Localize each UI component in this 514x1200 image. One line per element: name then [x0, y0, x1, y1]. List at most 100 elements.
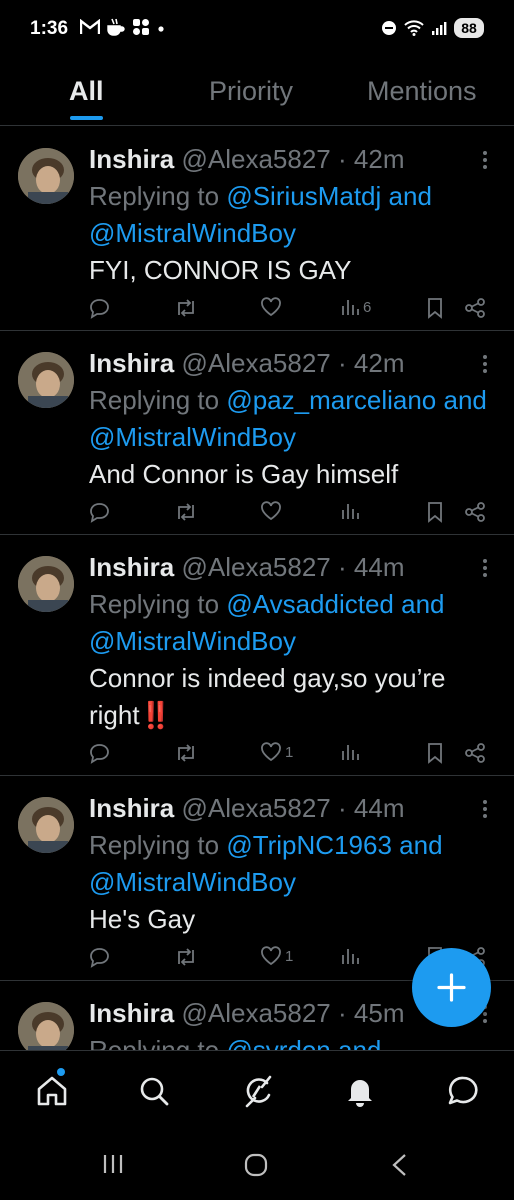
display-name[interactable]: Inshira — [89, 144, 174, 174]
nav-home[interactable] — [34, 1073, 70, 1109]
more-options-icon[interactable] — [480, 557, 490, 579]
views-icon — [342, 504, 359, 519]
replying-to-label: Replying to — [89, 589, 220, 619]
like-button[interactable]: 1 — [260, 946, 293, 966]
user-handle[interactable]: @Alexa5827 — [181, 793, 330, 823]
tweet-actions: 6 — [88, 297, 492, 325]
reply-button[interactable] — [88, 297, 110, 319]
like-count: 1 — [285, 947, 294, 965]
tweet[interactable]: Inshira @Alexa5827 · 44m Replying to @Av… — [0, 535, 514, 776]
reply-button[interactable] — [88, 946, 110, 968]
views-icon — [342, 300, 359, 315]
search-icon — [140, 1077, 169, 1106]
tab-mentions[interactable]: Mentions — [367, 76, 477, 107]
mention-link[interactable]: @syrdon — [226, 1035, 330, 1050]
display-name[interactable]: Inshira — [89, 348, 174, 378]
display-name[interactable]: Inshira — [89, 552, 174, 582]
views-button[interactable] — [340, 501, 363, 521]
avatar[interactable] — [18, 797, 74, 853]
tab-priority[interactable]: Priority — [209, 76, 293, 107]
notifications-feed[interactable]: Inshira @Alexa5827 · 42m Replying to @Si… — [0, 127, 514, 1050]
do-not-disturb-icon — [382, 21, 396, 35]
mention-link[interactable]: @Avsaddicted — [226, 589, 394, 619]
bookmark-icon — [428, 502, 442, 523]
notification-tabs: All Priority Mentions — [0, 60, 514, 126]
mention-link[interactable]: @MistralWindBoy — [89, 867, 296, 897]
gmail-icon — [80, 19, 100, 34]
like-button[interactable]: 1 — [260, 742, 293, 762]
user-handle[interactable]: @Alexa5827 — [181, 144, 330, 174]
reply-icon — [90, 744, 109, 764]
status-bar: 1:36 88 — [0, 0, 514, 60]
tweet-actions: 1 — [88, 742, 492, 770]
bookmark-button[interactable] — [426, 501, 444, 523]
mention-link[interactable]: @SiriusMatdj — [226, 181, 381, 211]
repost-button[interactable] — [174, 946, 198, 968]
avatar[interactable] — [18, 352, 74, 408]
user-handle[interactable]: @Alexa5827 — [181, 998, 330, 1028]
mention-link[interactable]: @MistralWindBoy — [89, 626, 296, 656]
views-button[interactable] — [340, 946, 363, 966]
nav-grok[interactable] — [240, 1073, 276, 1109]
wifi-icon — [404, 20, 424, 36]
user-handle[interactable]: @Alexa5827 — [181, 552, 330, 582]
more-options-icon[interactable] — [480, 353, 490, 375]
compose-button[interactable] — [412, 948, 491, 1027]
mention-link[interactable]: @MistralWindBoy — [89, 422, 296, 452]
home-circle-icon[interactable] — [243, 1152, 269, 1178]
timestamp: 45m — [353, 998, 405, 1028]
timestamp: 42m — [353, 144, 405, 174]
repost-button[interactable] — [174, 501, 198, 523]
tweet-text: FYI, CONNOR IS GAY — [89, 255, 352, 285]
mention-link[interactable]: @TripNC1963 — [226, 830, 392, 860]
share-icon — [465, 298, 485, 318]
repost-icon — [178, 744, 194, 762]
nav-search[interactable] — [136, 1073, 172, 1109]
tab-all[interactable]: All — [69, 76, 104, 107]
mention-conjunction: and — [337, 1035, 382, 1050]
more-options-icon[interactable] — [480, 798, 490, 820]
reply-icon — [90, 299, 109, 319]
like-button[interactable] — [260, 501, 285, 521]
reply-button[interactable] — [88, 742, 110, 764]
share-button[interactable] — [464, 297, 486, 319]
bookmark-icon — [428, 298, 442, 319]
display-name[interactable]: Inshira — [89, 998, 174, 1028]
avatar[interactable] — [18, 1002, 74, 1050]
tweet[interactable]: Inshira @Alexa5827 · 42m Replying to @Si… — [0, 127, 514, 331]
timestamp: 44m — [353, 552, 405, 582]
heart-icon — [261, 297, 281, 317]
bookmark-button[interactable] — [426, 742, 444, 764]
messages-icon — [448, 1076, 478, 1105]
double-exclamation-emoji: ‼️ — [139, 700, 172, 730]
repost-button[interactable] — [174, 742, 198, 764]
nav-messages[interactable] — [445, 1073, 481, 1109]
tweet-text: And Connor is Gay himself — [89, 459, 399, 489]
views-button[interactable] — [340, 742, 363, 762]
avatar[interactable] — [18, 148, 74, 204]
status-time: 1:36 — [30, 18, 69, 39]
views-button[interactable]: 6 — [340, 297, 371, 317]
coffee-icon — [107, 18, 125, 36]
mention-conjunction: and — [443, 385, 487, 415]
view-count: 6 — [363, 298, 372, 316]
mention-link[interactable]: @paz_marceliano — [226, 385, 436, 415]
nav-notifications[interactable] — [342, 1073, 378, 1109]
user-handle[interactable]: @Alexa5827 — [181, 348, 330, 378]
mention-link[interactable]: @MistralWindBoy — [89, 218, 296, 248]
display-name[interactable]: Inshira — [89, 793, 174, 823]
more-options-icon[interactable] — [480, 149, 490, 171]
back-icon[interactable] — [388, 1152, 412, 1178]
repost-button[interactable] — [174, 297, 198, 319]
separator-dot: · — [338, 348, 347, 378]
recents-icon[interactable] — [101, 1152, 125, 1176]
bookmark-icon — [428, 743, 442, 764]
tweet[interactable]: Inshira @Alexa5827 · 42m Replying to @pa… — [0, 331, 514, 535]
like-button[interactable] — [260, 297, 285, 317]
bookmark-button[interactable] — [426, 297, 444, 319]
reply-button[interactable] — [88, 501, 110, 523]
share-button[interactable] — [464, 501, 486, 523]
avatar[interactable] — [18, 556, 74, 612]
share-button[interactable] — [464, 742, 486, 764]
separator-dot: · — [338, 144, 347, 174]
